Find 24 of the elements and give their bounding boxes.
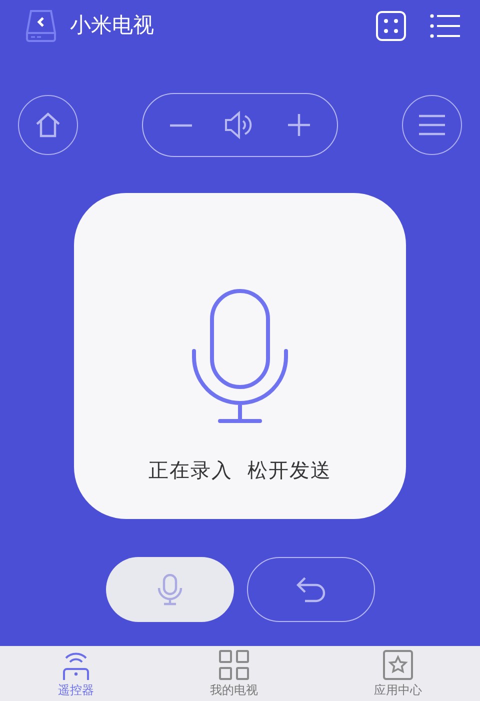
menu-icon xyxy=(418,114,446,136)
home-button[interactable] xyxy=(18,95,78,155)
window-title: 小米电视 xyxy=(70,12,154,40)
tv-back-icon xyxy=(24,9,58,43)
recording-hint: 正在录入 松开发送 xyxy=(148,457,332,484)
back-button[interactable] xyxy=(24,9,58,43)
four-dots-icon xyxy=(376,11,406,41)
tab[interactable]: 我的电视 xyxy=(210,646,258,701)
return-arrow-icon xyxy=(294,576,326,604)
volume-down-button[interactable] xyxy=(169,124,193,126)
grid-icon xyxy=(218,649,250,681)
list-icon xyxy=(430,14,460,38)
microphone-icon xyxy=(190,289,290,425)
tab[interactable]: 应用中心 xyxy=(374,646,422,701)
minus-icon xyxy=(169,124,193,126)
dots-button[interactable] xyxy=(376,11,406,41)
return-button[interactable] xyxy=(246,557,374,622)
microphone-icon xyxy=(156,574,182,606)
home-icon xyxy=(34,111,62,139)
list-button[interactable] xyxy=(430,14,460,38)
menu-button[interactable] xyxy=(402,95,462,155)
tab[interactable]: 遥控器 xyxy=(58,646,94,701)
plus-icon xyxy=(287,113,311,137)
volume-up-button[interactable] xyxy=(287,113,311,137)
